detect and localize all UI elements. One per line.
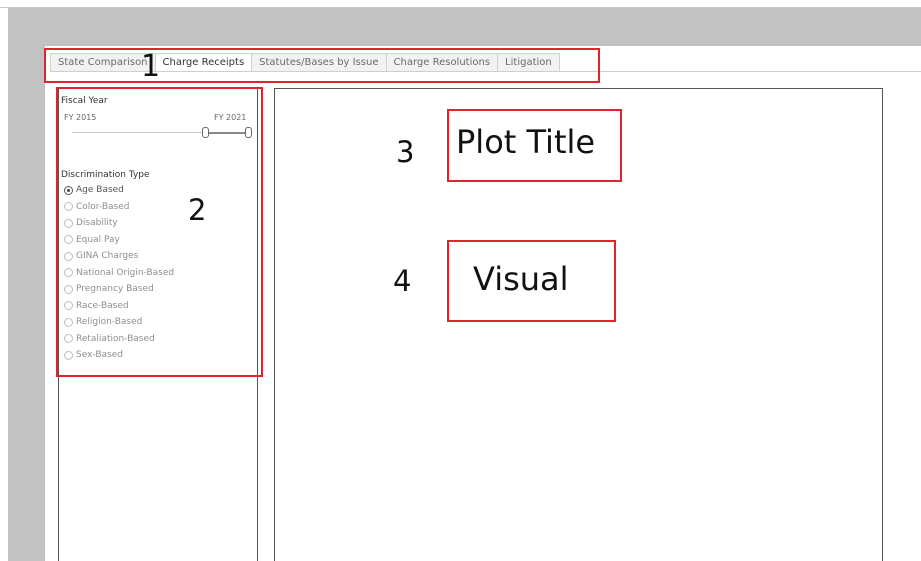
- annotation-box-tabs: [44, 48, 600, 83]
- window-top-strip: [0, 0, 921, 8]
- annotation-number-1: 1: [141, 49, 161, 84]
- window-left-strip: [0, 8, 8, 561]
- annotation-box-filters: [56, 87, 263, 377]
- annotation-number-2: 2: [188, 193, 207, 227]
- annotation-number-3: 3: [396, 135, 415, 169]
- visual-label: Visual: [473, 260, 569, 298]
- annotation-number-4: 4: [393, 264, 412, 298]
- plot-title-label: Plot Title: [456, 123, 596, 161]
